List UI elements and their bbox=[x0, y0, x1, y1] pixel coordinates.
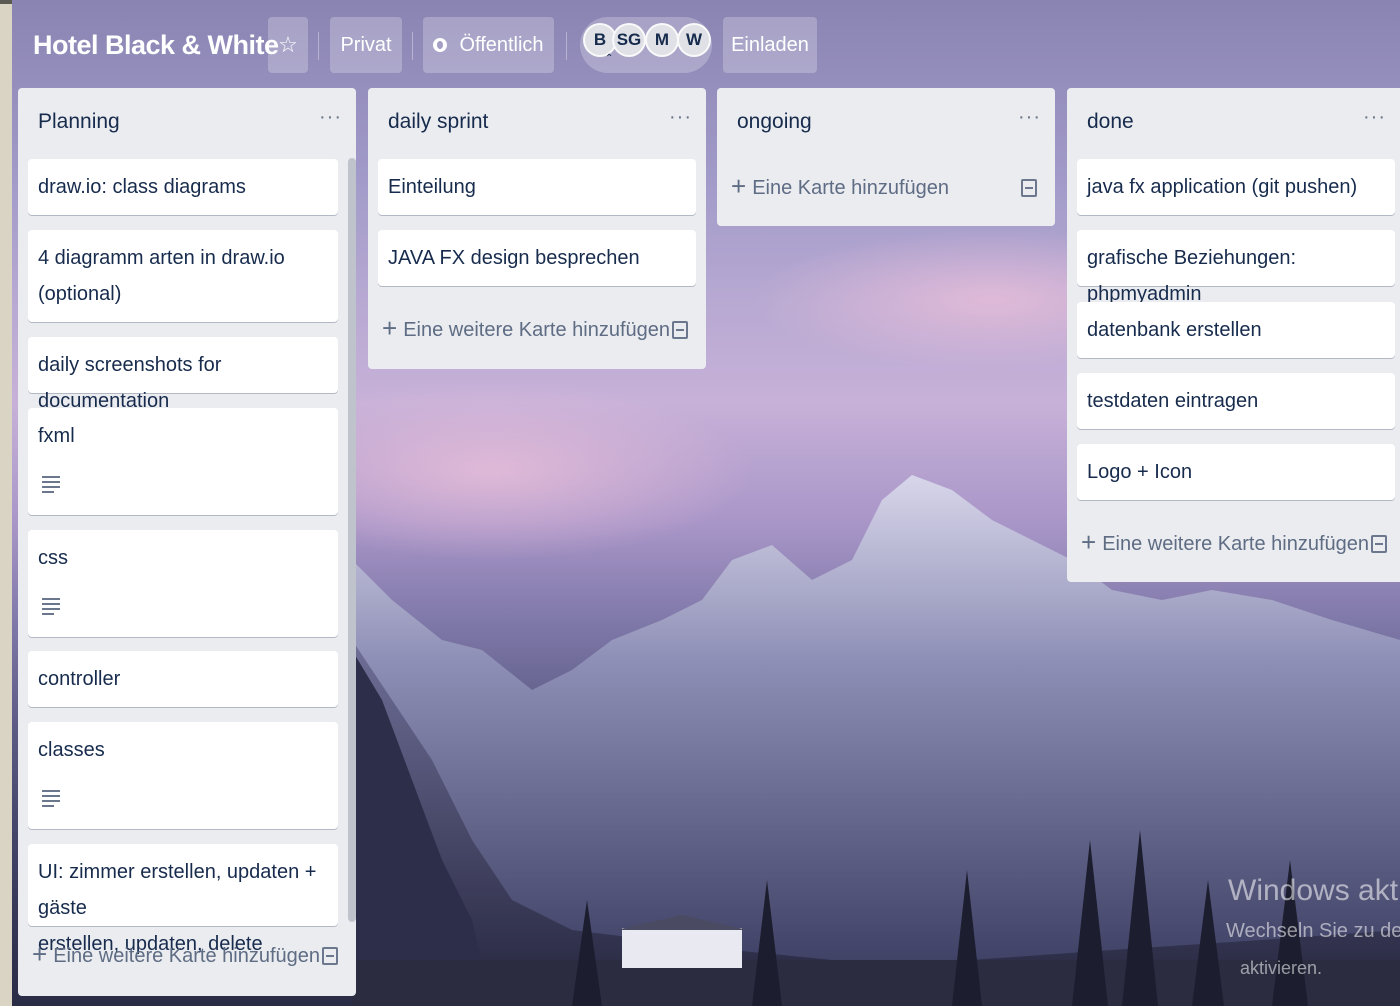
plus-icon: + bbox=[731, 171, 747, 201]
admin-chevron-icon: ⌃ bbox=[605, 53, 614, 64]
add-card-button[interactable]: + Eine Karte hinzufügen bbox=[731, 168, 1037, 208]
list-menu-button[interactable]: ··· bbox=[1018, 106, 1041, 129]
card[interactable]: fxml bbox=[28, 408, 338, 515]
list-scrollbar[interactable] bbox=[348, 158, 356, 922]
description-icon bbox=[42, 790, 60, 807]
card[interactable]: Logo + Icon bbox=[1077, 444, 1395, 500]
member-avatar-sg[interactable]: SG bbox=[612, 23, 646, 57]
list-title[interactable]: done bbox=[1087, 110, 1134, 134]
card[interactable]: draw.io: class diagrams bbox=[28, 159, 338, 215]
card[interactable]: testdaten eintragen bbox=[1077, 373, 1395, 429]
card-title-line: (optional) bbox=[38, 283, 122, 305]
card-template-icon[interactable] bbox=[322, 947, 338, 965]
card-title: draw.io: class diagrams bbox=[38, 176, 246, 198]
add-card-label: Eine weitere Karte hinzufügen bbox=[53, 944, 321, 967]
card-title: controller bbox=[38, 668, 121, 690]
star-button[interactable]: ☆ bbox=[268, 17, 308, 73]
member-avatar-w[interactable]: W bbox=[677, 23, 711, 57]
description-icon bbox=[42, 598, 60, 615]
globe-icon bbox=[433, 38, 448, 52]
card[interactable]: 4 diagramm arten in draw.io (optional) bbox=[28, 230, 338, 322]
card[interactable]: daily screenshots for documentation bbox=[28, 337, 338, 412]
visibility-button[interactable]: Öffentlich bbox=[423, 17, 554, 73]
card-template-icon[interactable] bbox=[1021, 179, 1037, 197]
list-menu-button[interactable]: ··· bbox=[669, 106, 692, 129]
list-planning: Planning ··· draw.io: class diagrams 4 d… bbox=[18, 88, 356, 996]
board-header: Hotel Black & White ☆ Privat Öffentlich … bbox=[12, 4, 1400, 84]
list-ongoing: ongoing ··· + Eine Karte hinzufügen bbox=[717, 88, 1055, 226]
card-title: java fx application (git pushen) bbox=[1087, 176, 1358, 198]
add-card-button[interactable]: + Eine weitere Karte hinzufügen bbox=[32, 936, 338, 976]
card-title-line: UI: zimmer erstellen, updaten + gäste bbox=[38, 861, 317, 919]
card-title-line: 4 diagramm arten in draw.io bbox=[38, 247, 285, 269]
card[interactable]: css bbox=[28, 530, 338, 637]
list-done: done ··· java fx application (git pushen… bbox=[1067, 88, 1400, 582]
card-title: JAVA FX design besprechen bbox=[388, 247, 640, 269]
list-title[interactable]: daily sprint bbox=[388, 110, 488, 134]
privacy-button[interactable]: Privat bbox=[330, 17, 402, 73]
card-template-icon[interactable] bbox=[672, 321, 688, 339]
add-card-label: Eine Karte hinzufügen bbox=[752, 176, 949, 199]
activation-watermark-title: Windows aktivie bbox=[1228, 874, 1400, 907]
card-title: fxml bbox=[38, 425, 75, 447]
add-card-button[interactable]: + Eine weitere Karte hinzufügen bbox=[1081, 524, 1387, 564]
header-divider bbox=[318, 32, 319, 60]
card-title: Logo + Icon bbox=[1087, 461, 1193, 483]
visibility-label: Öffentlich bbox=[459, 33, 544, 56]
plus-icon: + bbox=[32, 939, 48, 969]
card[interactable]: datenbank erstellen bbox=[1077, 302, 1395, 358]
invite-button[interactable]: Einladen bbox=[723, 17, 817, 73]
activation-watermark-line: Wechseln Sie zu den bbox=[1226, 920, 1400, 942]
card[interactable]: grafische Beziehungen: phpmyadmin bbox=[1077, 230, 1395, 305]
member-avatar-m[interactable]: M bbox=[645, 23, 679, 57]
card-title: testdaten eintragen bbox=[1087, 390, 1259, 412]
list-menu-button[interactable]: ··· bbox=[319, 106, 342, 129]
card-title: css bbox=[38, 547, 68, 569]
card-template-icon[interactable] bbox=[1371, 535, 1387, 553]
star-icon: ☆ bbox=[278, 32, 298, 57]
header-divider bbox=[412, 32, 413, 60]
add-card-label: Eine weitere Karte hinzufügen bbox=[403, 318, 671, 341]
list-daily-sprint: daily sprint ··· Einteilung JAVA FX desi… bbox=[368, 88, 706, 369]
card[interactable]: JAVA FX design besprechen bbox=[378, 230, 696, 286]
card[interactable]: controller bbox=[28, 651, 338, 707]
list-title[interactable]: ongoing bbox=[737, 110, 812, 134]
list-title[interactable]: Planning bbox=[38, 110, 120, 134]
card[interactable]: java fx application (git pushen) bbox=[1077, 159, 1395, 215]
card-title: datenbank erstellen bbox=[1087, 319, 1262, 341]
card-title: classes bbox=[38, 739, 105, 761]
plus-icon: + bbox=[1081, 527, 1097, 557]
card-title: Einteilung bbox=[388, 176, 476, 198]
card[interactable]: UI: zimmer erstellen, updaten + gäste er… bbox=[28, 844, 338, 955]
add-card-button[interactable]: + Eine weitere Karte hinzufügen bbox=[382, 310, 688, 350]
board-title[interactable]: Hotel Black & White bbox=[33, 30, 279, 61]
card[interactable]: Einteilung bbox=[378, 159, 696, 215]
add-card-label: Eine weitere Karte hinzufügen bbox=[1102, 532, 1370, 555]
description-icon bbox=[42, 476, 60, 493]
card[interactable]: classes bbox=[28, 722, 338, 829]
list-menu-button[interactable]: ··· bbox=[1363, 106, 1386, 129]
header-divider bbox=[566, 32, 567, 60]
activation-watermark-line: aktivieren. bbox=[1240, 958, 1323, 978]
plus-icon: + bbox=[382, 313, 398, 343]
